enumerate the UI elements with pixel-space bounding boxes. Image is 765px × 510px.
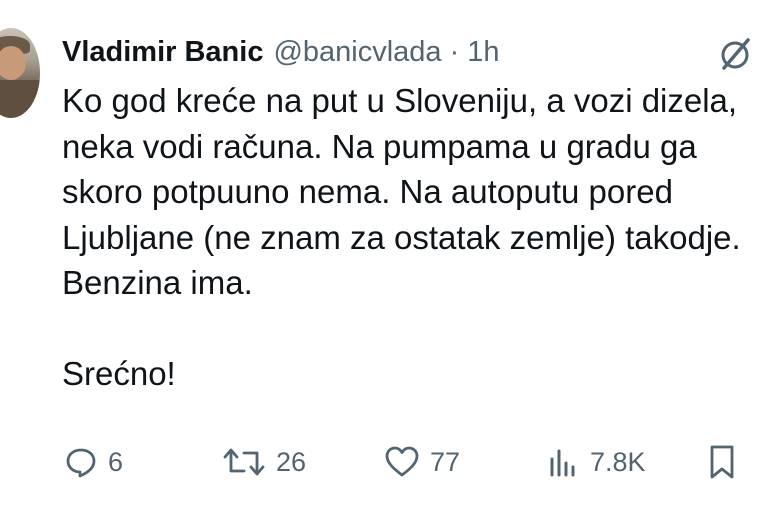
repost-count: 26 <box>276 446 307 477</box>
author-handle[interactable]: @banicvlada <box>273 36 441 69</box>
like-button[interactable]: 77 <box>384 440 460 484</box>
views-button[interactable]: 7.8K <box>546 440 646 484</box>
tweet-timestamp[interactable]: 1h <box>467 36 499 69</box>
tweet-line: neka vodi računa. Na pumpama u gradu ga <box>62 127 697 165</box>
reply-button[interactable]: 6 <box>64 440 123 484</box>
repost-icon <box>222 445 266 479</box>
avatar-face <box>0 46 26 80</box>
grok-icon[interactable] <box>715 34 755 74</box>
action-bar: 6 26 77 7.8K <box>0 440 765 484</box>
separator-dot: · <box>449 35 460 68</box>
tweet-line: skoro potpuuno nema. Na autoputu pored <box>62 173 673 210</box>
tweet-text: Ko god kreće na put u Sloveniju, a vozi … <box>62 78 765 396</box>
views-count: 7.8K <box>590 446 646 477</box>
heart-icon <box>384 445 420 479</box>
bookmark-button[interactable] <box>707 440 737 484</box>
tweet-line: Benzina ima. <box>62 264 253 301</box>
tweet-line: Ljubljane (ne znam za ostatak zemlje) ta… <box>62 218 741 256</box>
views-icon <box>546 445 580 479</box>
repost-button[interactable]: 26 <box>222 440 306 484</box>
reply-icon <box>64 445 98 479</box>
avatar[interactable] <box>0 28 40 118</box>
like-count: 77 <box>430 446 461 477</box>
author-name[interactable]: Vladimir Banic <box>62 36 263 69</box>
avatar-body <box>0 80 40 118</box>
bookmark-icon <box>707 444 737 480</box>
tweet-header: Vladimir Banic @banicvlada · 1h <box>62 32 500 72</box>
reply-count: 6 <box>108 446 124 477</box>
tweet-closing: Srećno! <box>62 354 176 392</box>
tweet-line: Ko god kreće na put u Sloveniju, a vozi … <box>62 82 738 119</box>
